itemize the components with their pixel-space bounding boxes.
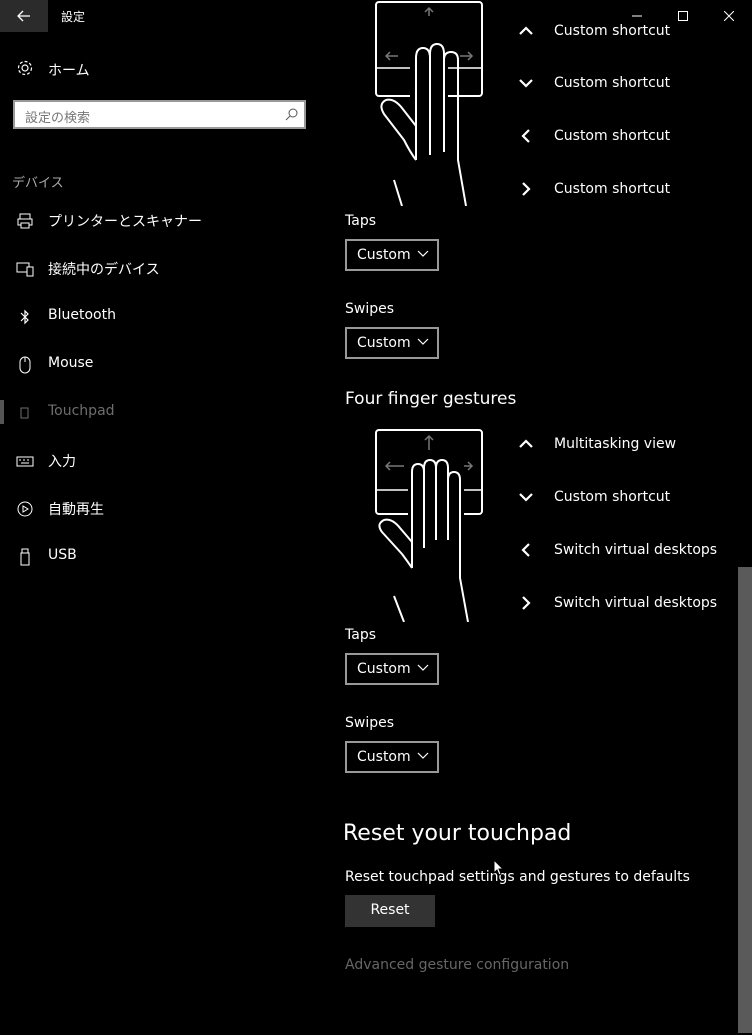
chevron-left-icon [521, 129, 530, 143]
dropdown-value: Custom [357, 661, 411, 677]
settings-search[interactable]: 設定の検索 [13, 100, 306, 129]
reset-button-label: Reset [370, 902, 410, 918]
four-finger-taps-label: Taps [345, 627, 376, 643]
four-finger-heading: Four finger gestures [345, 389, 517, 409]
gear-icon [17, 60, 33, 76]
sidebar-item-label: 自動再生 [48, 502, 104, 518]
sidebar-item-label: Touchpad [48, 403, 115, 419]
mouse-cursor-icon [493, 859, 505, 876]
back-arrow-icon [17, 10, 30, 22]
chevron-right-icon [522, 596, 531, 610]
chevron-right-icon [522, 182, 531, 196]
sidebar-item-bluetooth[interactable]: Bluetooth [0, 296, 322, 336]
chevron-down-icon [519, 493, 533, 502]
touchpad-settings-content: Custom shortcut Custom shortcut Custom s… [322, 1, 738, 1035]
bluetooth-icon [20, 309, 29, 325]
mouse-icon [19, 356, 31, 374]
three-finger-gesture-down[interactable]: Custom shortcut [518, 72, 738, 98]
gesture-label: Custom shortcut [554, 489, 671, 505]
four-finger-gesture-right[interactable]: Switch virtual desktops [518, 592, 738, 618]
printer-icon [17, 213, 33, 229]
section-heading: デバイス [12, 176, 64, 191]
chevron-down-icon [417, 664, 429, 671]
sidebar-item-label: Mouse [48, 355, 94, 371]
gesture-label: Multitasking view [554, 436, 677, 452]
four-finger-gesture-left[interactable]: Switch virtual desktops [518, 539, 738, 565]
chevron-left-icon [521, 543, 530, 557]
reset-heading: Reset your touchpad [343, 821, 572, 846]
sidebar-item-label: 入力 [48, 454, 76, 470]
gesture-label: Switch virtual desktops [554, 595, 718, 611]
three-finger-swipes-label: Swipes [345, 301, 395, 317]
app-title: 設定 [61, 10, 86, 24]
dropdown-value: Custom [357, 749, 411, 765]
sidebar-item-mouse[interactable]: Mouse [0, 344, 322, 384]
search-icon [285, 108, 298, 121]
scrollbar[interactable] [738, 32, 752, 1035]
gesture-label: Custom shortcut [554, 23, 671, 39]
sidebar-item-usb[interactable]: USB [0, 536, 322, 576]
gesture-label: Custom shortcut [554, 128, 671, 144]
sidebar-item-label: USB [48, 547, 77, 563]
three-finger-gesture-left[interactable]: Custom shortcut [518, 125, 738, 151]
three-finger-gesture-right[interactable]: Custom shortcut [518, 178, 738, 204]
chevron-down-icon [417, 752, 429, 759]
home-label: ホーム [48, 63, 90, 79]
gesture-label: Custom shortcut [554, 75, 671, 91]
scrollbar-thumb[interactable] [738, 567, 752, 1033]
sidebar-item-label: 接続中のデバイス [48, 262, 160, 278]
sidebar-item-label: Bluetooth [48, 307, 116, 323]
active-indicator [0, 400, 4, 424]
dropdown-value: Custom [357, 247, 411, 263]
back-button[interactable] [0, 0, 48, 32]
connected-devices-icon [16, 262, 34, 277]
chevron-up-icon [519, 26, 533, 35]
four-finger-gesture-down[interactable]: Custom shortcut [518, 486, 738, 512]
three-finger-gesture-up[interactable]: Custom shortcut [518, 20, 738, 46]
usb-icon [20, 548, 30, 566]
sidebar-item-typing[interactable]: 入力 [0, 440, 322, 480]
chevron-down-icon [417, 338, 429, 345]
search-input[interactable]: 設定の検索 [25, 107, 90, 126]
sidebar: ホーム 設定の検索 デバイス プリンターとスキャナー 接続中のデバイス Blue… [0, 32, 322, 1035]
three-finger-taps-dropdown[interactable]: Custom [345, 239, 439, 271]
sidebar-item-label: プリンターとスキャナー [48, 214, 202, 230]
four-finger-taps-dropdown[interactable]: Custom [345, 653, 439, 685]
gesture-label: Custom shortcut [554, 181, 671, 197]
four-finger-hand-illustration [375, 429, 483, 622]
chevron-down-icon [417, 250, 429, 257]
four-finger-gesture-up[interactable]: Multitasking view [518, 433, 738, 459]
sidebar-item-printers[interactable]: プリンターとスキャナー [0, 200, 322, 240]
three-finger-swipes-dropdown[interactable]: Custom [345, 327, 439, 359]
chevron-up-icon [519, 439, 533, 448]
reset-description: Reset touchpad settings and gestures to … [345, 869, 690, 885]
keyboard-icon [16, 456, 34, 467]
four-finger-swipes-label: Swipes [345, 715, 395, 731]
four-finger-swipes-dropdown[interactable]: Custom [345, 741, 439, 773]
home-nav-item[interactable]: ホーム [0, 56, 322, 82]
dropdown-value: Custom [357, 335, 411, 351]
three-finger-hand-illustration [375, 1, 483, 206]
reset-button[interactable]: Reset [345, 895, 435, 927]
chevron-down-icon [519, 79, 533, 88]
advanced-gesture-link[interactable]: Advanced gesture configuration [345, 957, 569, 973]
autoplay-icon [17, 501, 33, 517]
touchpad-icon [20, 407, 29, 419]
three-finger-taps-label: Taps [345, 213, 376, 229]
sidebar-item-connected-devices[interactable]: 接続中のデバイス [0, 248, 322, 288]
gesture-label: Switch virtual desktops [554, 542, 718, 558]
sidebar-item-touchpad[interactable]: Touchpad [0, 392, 322, 432]
sidebar-item-autoplay[interactable]: 自動再生 [0, 488, 322, 528]
